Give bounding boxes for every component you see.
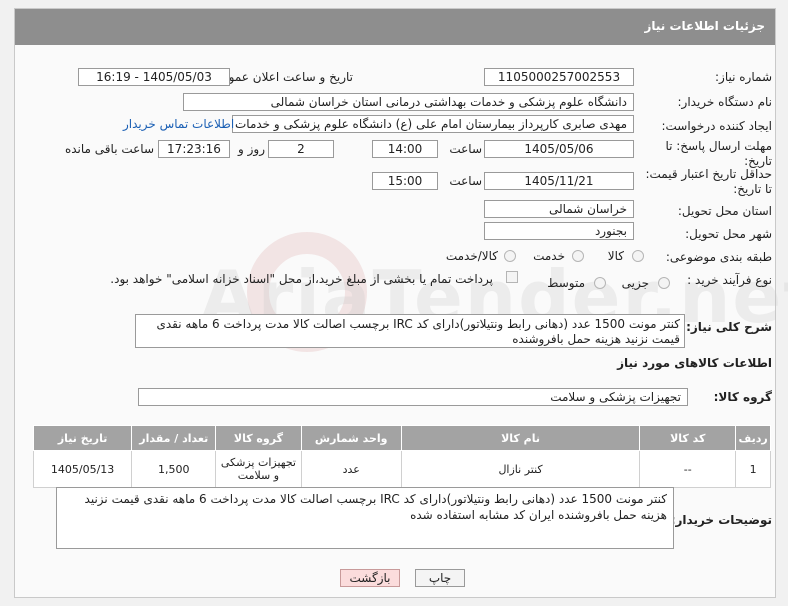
requester-label: ایجاد کننده درخواست: (661, 119, 772, 133)
items-table: ردیف کد کالا نام کالا واحد شمارش گروه کا… (32, 425, 771, 488)
purchase-option-medium: متوسط (547, 276, 585, 290)
requester-field: مهدی صابری کارپرداز بیمارستان امام علی (… (232, 115, 634, 133)
col-group-header: گروه کالا (215, 425, 302, 451)
city-label: شهر محل تحویل: (685, 227, 772, 241)
category-label: طبقه بندی موضوعی: (665, 250, 772, 264)
back-button[interactable]: بازگشت (340, 569, 400, 587)
need-number-field: 1105000257002553 (484, 68, 634, 86)
province-label: استان محل تحویل: (677, 204, 772, 218)
table-row: 1 -- کنتر نازال عدد تجهیزات پزشکی و سلام… (32, 450, 771, 488)
buyer-contact-link[interactable]: اطلاعات تماس خریدار (123, 117, 234, 131)
reply-deadline-label: مهلت ارسال پاسخ: تا تاریخ: (665, 139, 772, 168)
cell-name: کنتر نازال (400, 450, 641, 488)
payment-note: پرداخت تمام یا بخشی از مبلغ خرید،از محل … (110, 272, 493, 286)
category-option-goods-service: کالا/خدمت (445, 249, 498, 263)
category-option-service: خدمت (533, 249, 565, 263)
purchase-type-label: نوع فرآیند خرید : (687, 273, 772, 287)
cell-unit: عدد (300, 450, 402, 488)
buyer-org-field: دانشگاه علوم پزشکی و خدمات بهداشتی درمان… (183, 93, 634, 111)
announce-datetime-field: 1405/05/03 - 16:19 (78, 68, 230, 86)
overall-desc-field: کنتر مونت 1500 عدد (دهانی رابط ونتیلاتور… (135, 314, 685, 348)
goods-group-label: گروه کالا: (713, 390, 772, 404)
col-qty-header: تعداد / مقدار (131, 425, 217, 451)
treasury-payment-checkbox[interactable] (506, 271, 518, 283)
col-row-header: ردیف (735, 425, 771, 451)
category-radio-goods[interactable] (632, 250, 644, 262)
cell-group: تجهیزات پزشکی و سلامت (215, 450, 302, 488)
cell-row: 1 (735, 450, 771, 488)
days-field: 2 (268, 140, 334, 158)
buyer-notes-label: توضیحات خریدار: (670, 513, 772, 527)
validity-date-field: 1405/11/21 (484, 172, 634, 190)
cell-date: 1405/05/13 (32, 450, 133, 488)
province-field: خراسان شمالی (484, 200, 634, 218)
cell-qty: 1,500 (131, 450, 217, 488)
reply-time-field: 14:00 (372, 140, 438, 158)
category-radio-service[interactable] (572, 250, 584, 262)
validity-time-label: ساعت (449, 174, 482, 188)
overall-desc-label: شرح کلی نیاز: (686, 320, 772, 334)
print-button[interactable]: چاپ (415, 569, 465, 587)
days-label: روز و (238, 142, 265, 156)
buyer-org-label: نام دستگاه خریدار: (677, 95, 773, 109)
cell-code: -- (639, 450, 737, 488)
goods-section-title: اطلاعات کالاهای مورد نیاز (617, 356, 772, 370)
remaining-label: ساعت باقی مانده (64, 142, 154, 156)
col-date-header: تاریخ نیاز (32, 425, 133, 451)
purchase-option-minor: جزیی (621, 276, 649, 290)
page-title: جزئیات اطلاعات نیاز (644, 19, 765, 33)
col-unit-header: واحد شمارش (300, 425, 402, 451)
col-code-header: کد کالا (639, 425, 737, 451)
price-validity-label: حداقل تاریخ اعتبار قیمت: تا تاریخ: (645, 167, 772, 196)
col-name-header: نام کالا (400, 425, 641, 451)
category-radio-goods-service[interactable] (504, 250, 516, 262)
city-field: بجنورد (484, 222, 634, 240)
category-option-goods: کالا (607, 249, 624, 263)
header-bar: جزئیات اطلاعات نیاز (15, 9, 775, 45)
reply-date-field: 1405/05/06 (484, 140, 634, 158)
purchase-radio-medium[interactable] (594, 277, 606, 289)
buyer-notes-field: کنتر مونت 1500 عدد (دهانی رابط ونتیلاتور… (56, 487, 674, 549)
validity-time-field: 15:00 (372, 172, 438, 190)
reply-time-label: ساعت (449, 142, 482, 156)
goods-group-field: تجهیزات پزشکی و سلامت (138, 388, 688, 406)
purchase-radio-minor[interactable] (658, 277, 670, 289)
remaining-time-field: 17:23:16 (158, 140, 230, 158)
table-header-row: ردیف کد کالا نام کالا واحد شمارش گروه کا… (32, 425, 771, 451)
need-number-label: شماره نیاز: (715, 70, 772, 84)
